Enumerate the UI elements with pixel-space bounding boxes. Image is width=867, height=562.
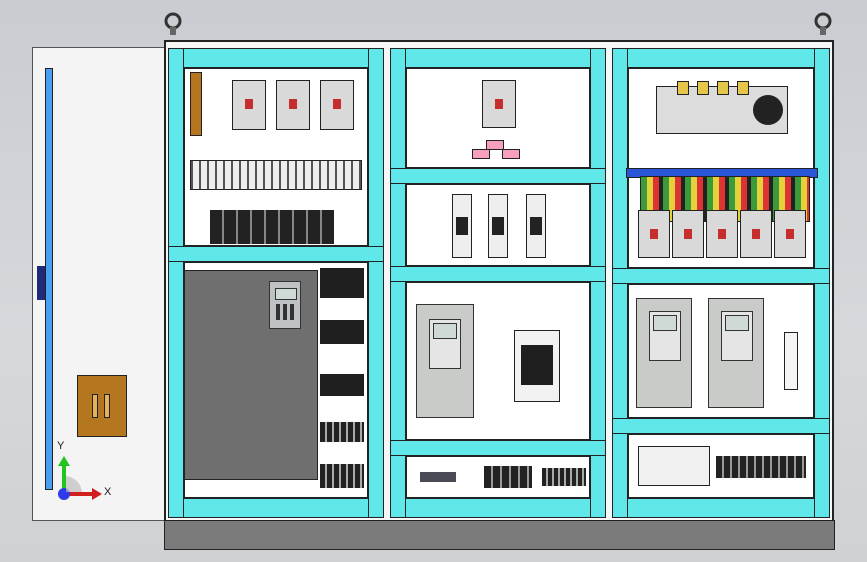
terminal-block bbox=[320, 320, 364, 344]
branch-breaker[interactable] bbox=[740, 210, 772, 258]
fuse-holder[interactable] bbox=[452, 194, 472, 258]
terminal-block bbox=[320, 464, 364, 488]
side-module bbox=[784, 332, 798, 390]
axis-label-y: Y bbox=[57, 440, 65, 452]
branch-breaker[interactable] bbox=[706, 210, 738, 258]
door-lock-box[interactable] bbox=[77, 375, 127, 437]
inverter-keypad[interactable] bbox=[269, 281, 301, 329]
lifting-eye-icon bbox=[813, 12, 833, 36]
contactor bbox=[514, 330, 560, 402]
terminal-block-vertical bbox=[190, 72, 202, 136]
terminal-group bbox=[420, 472, 456, 482]
din-rail-terminals bbox=[190, 160, 362, 190]
drive-unit bbox=[636, 298, 692, 408]
section-left bbox=[168, 48, 384, 518]
relay-bank bbox=[210, 210, 334, 244]
drive-unit bbox=[708, 298, 764, 408]
terminal-block bbox=[320, 422, 364, 442]
door-handle-icon bbox=[37, 266, 45, 300]
coordinate-triad-icon: Y X bbox=[50, 438, 120, 508]
fuse-holder[interactable] bbox=[488, 194, 508, 258]
main-isolator[interactable] bbox=[656, 81, 788, 134]
circuit-breaker[interactable] bbox=[276, 80, 310, 130]
circuit-breaker[interactable] bbox=[232, 80, 266, 130]
branch-breaker[interactable] bbox=[672, 210, 704, 258]
branch-breaker[interactable] bbox=[638, 210, 670, 258]
terminal-group bbox=[542, 468, 586, 486]
terminal-strip bbox=[716, 456, 806, 478]
section-right bbox=[612, 48, 830, 518]
branch-breaker[interactable] bbox=[774, 210, 806, 258]
frequency-inverter bbox=[184, 270, 318, 480]
circuit-breaker[interactable] bbox=[320, 80, 354, 130]
plc-module bbox=[638, 446, 710, 486]
terminal-group bbox=[484, 466, 532, 488]
section-middle bbox=[390, 48, 606, 518]
axis-label-x: X bbox=[104, 486, 112, 498]
cabinet-plinth bbox=[164, 520, 835, 550]
lifting-eye-icon bbox=[163, 12, 183, 36]
terminal-block bbox=[320, 374, 364, 396]
fuse-holder[interactable] bbox=[526, 194, 546, 258]
door-hinge-rail bbox=[45, 68, 53, 490]
terminal-block bbox=[320, 268, 364, 298]
pink-markers bbox=[472, 140, 520, 160]
main-breaker[interactable] bbox=[482, 80, 516, 128]
soft-starter bbox=[416, 304, 474, 418]
